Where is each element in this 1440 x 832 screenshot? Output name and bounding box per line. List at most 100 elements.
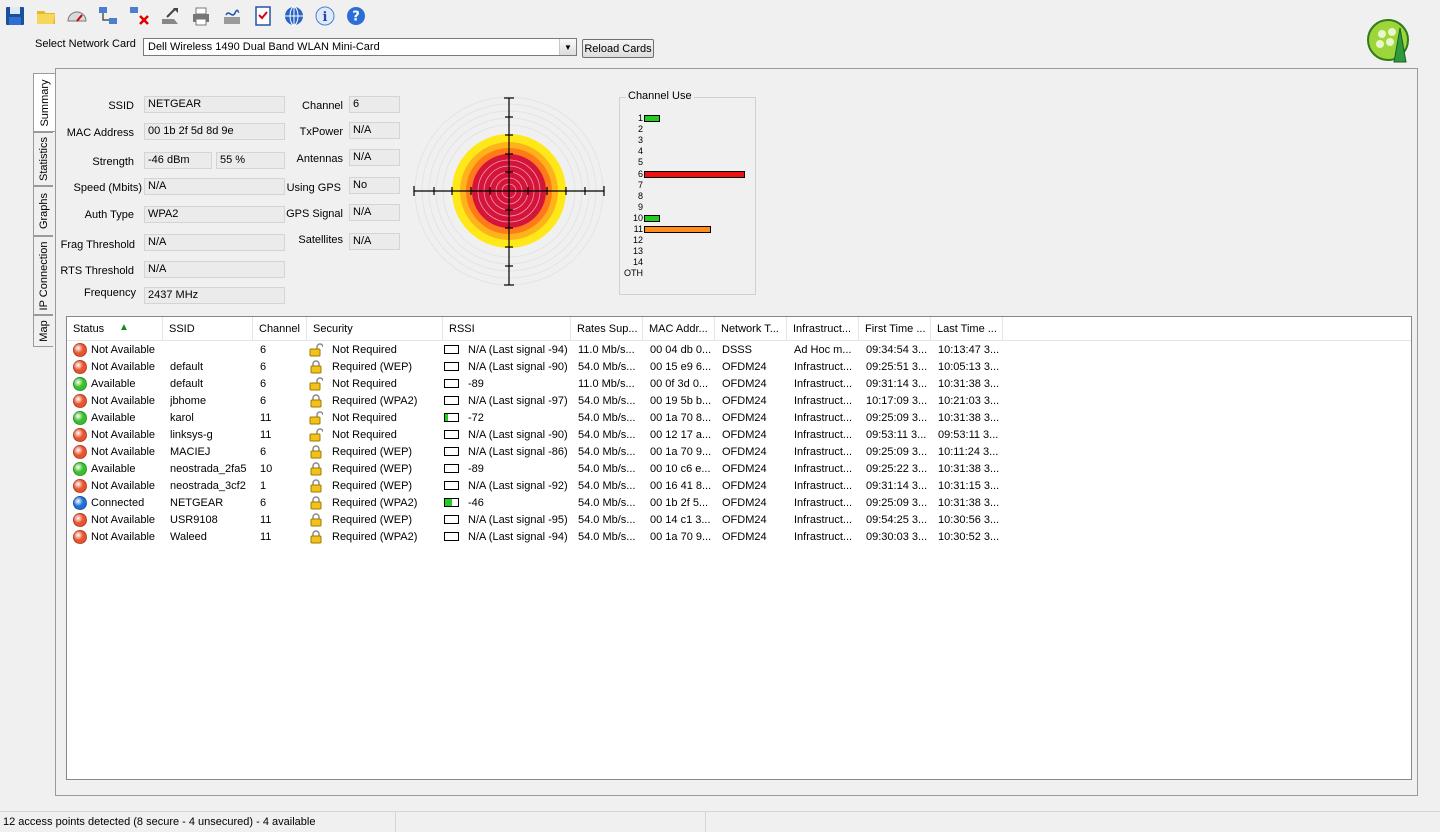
status-cell: Not Available (91, 514, 156, 526)
channel-use-title: Channel Use (626, 90, 694, 102)
network-type-cell: OFDM24 (722, 514, 767, 526)
ssid-cell: linksys-g (170, 429, 213, 441)
table-row[interactable]: Available neostrada_2fa5 10 Required (WEP) -… (67, 461, 1411, 478)
rssi-cell: N/A (Last signal -94) (468, 531, 568, 543)
column-network-type[interactable]: Network T... (715, 317, 787, 340)
mac-cell: 00 10 c6 e... (650, 463, 711, 475)
checklist-icon[interactable] (251, 4, 275, 28)
rssi-cell: N/A (Last signal -92) (468, 480, 568, 492)
rates-cell: 54.0 Mb/s... (578, 463, 636, 475)
tab-summary[interactable]: Summary (33, 73, 55, 132)
channel-tick-label: 7 (637, 179, 643, 190)
ssid-cell: neostrada_2fa5 (170, 463, 247, 475)
security-cell: Required (WEP) (332, 480, 413, 492)
security-cell: Required (WEP) (332, 446, 413, 458)
column-infrastructure[interactable]: Infrastruct... (787, 317, 859, 340)
mac-cell: 00 16 41 8... (650, 480, 712, 492)
table-row[interactable]: Available default 6 Not Required -89 11.0 Mb/… (67, 376, 1411, 393)
network-connect-icon[interactable] (96, 4, 120, 28)
lock-icon (309, 530, 323, 544)
rssi-cell: N/A (Last signal -86) (468, 446, 568, 458)
rates-cell: 54.0 Mb/s... (578, 446, 636, 458)
print-icon[interactable] (189, 4, 213, 28)
ssid-cell: neostrada_3cf2 (170, 480, 246, 492)
table-row[interactable]: Available karol 11 Not Required -72 54.0 Mb/s… (67, 410, 1411, 427)
table-row[interactable]: Not Available linksys-g 11 Not Required N/A … (67, 427, 1411, 444)
rates-cell: 54.0 Mb/s... (578, 361, 636, 373)
table-row[interactable]: Not Available jbhome 6 Required (WPA2) N/A (… (67, 393, 1411, 410)
tab-graphs[interactable]: Graphs (33, 186, 53, 236)
frag-threshold-label: Frag Threshold (60, 239, 135, 251)
infrastructure-cell: Infrastruct... (794, 446, 853, 458)
auth-type-field: WPA2 (144, 206, 285, 223)
status-text: 12 access points detected (8 secure - 4 … (3, 816, 316, 828)
first-time-cell: 09:25:09 3... (866, 412, 928, 424)
tab-ip-connection[interactable]: IP Connection (33, 236, 53, 315)
network-type-cell: OFDM24 (722, 395, 767, 407)
column-security[interactable]: Security (307, 317, 443, 340)
status-dot-icon (73, 479, 87, 493)
channel-tick-label: 14 (632, 257, 643, 268)
status-cell: Available (91, 412, 136, 424)
column-channel[interactable]: Channel (253, 317, 307, 340)
column-rates[interactable]: Rates Sup... (571, 317, 643, 340)
security-cell: Required (WPA2) (332, 531, 418, 543)
rssi-cell: N/A (Last signal -94) (468, 344, 568, 356)
table-row[interactable]: Not Available MACIEJ 6 Required (WEP) N/A (L… (67, 444, 1411, 461)
signal-bar (444, 362, 459, 371)
speedometer-icon[interactable] (65, 4, 89, 28)
signature-icon[interactable] (220, 4, 244, 28)
column-last-time[interactable]: Last Time ... (931, 317, 1003, 340)
unlocked-icon (309, 411, 324, 425)
save-icon[interactable] (3, 4, 27, 28)
tab-map[interactable]: Map (33, 315, 53, 347)
column-ssid[interactable]: SSID (163, 317, 253, 340)
export-icon[interactable] (158, 4, 182, 28)
rates-cell: 11.0 Mb/s... (578, 378, 635, 390)
reload-cards-button[interactable]: Reload Cards (582, 39, 654, 58)
status-dot-icon (73, 360, 87, 374)
network-card-select[interactable]: Dell Wireless 1490 Dual Band WLAN Mini-C… (143, 38, 577, 56)
channel-cell: 6 (260, 361, 267, 373)
column-first-time[interactable]: First Time ... (859, 317, 931, 340)
table-row[interactable]: Not Available Waleed 11 Required (WPA2) N/A … (67, 529, 1411, 546)
table-row[interactable]: Not Available neostrada_3cf2 1 Required (WE… (67, 478, 1411, 495)
rssi-cell: -89 (468, 463, 484, 475)
txpower-field: N/A (349, 122, 400, 139)
lock-icon (309, 462, 323, 476)
network-type-cell: OFDM24 (722, 429, 767, 441)
info-icon[interactable]: i (313, 4, 337, 28)
open-folder-icon[interactable] (34, 4, 58, 28)
ssid-label: SSID (108, 100, 134, 112)
first-time-cell: 10:17:09 3... (866, 395, 928, 407)
help-icon[interactable]: ? (344, 4, 368, 28)
signal-bar (444, 396, 459, 405)
first-time-cell: 09:34:54 3... (866, 344, 928, 356)
channel-usage-bar (644, 170, 745, 178)
mac-cell: 00 1a 70 8... (650, 412, 712, 424)
channel-field: 6 (349, 96, 400, 113)
rts-threshold-field: N/A (144, 261, 285, 278)
table-row[interactable]: Not Available default 6 Required (WEP) N/A (… (67, 359, 1411, 376)
last-time-cell: 10:11:24 3... (938, 446, 999, 458)
tab-statistics[interactable]: Statistics (33, 132, 53, 186)
column-mac[interactable]: MAC Addr... (643, 317, 715, 340)
column-rssi[interactable]: RSSI (443, 317, 571, 340)
signal-bar (444, 447, 459, 456)
column-status[interactable]: Status ▲ (67, 317, 163, 340)
status-dot-icon (73, 394, 87, 408)
access-point-list[interactable]: Status ▲ SSID Channel Security RSSI Rates… (66, 316, 1412, 780)
ssid-cell: MACIEJ (170, 446, 211, 458)
status-dot-icon (73, 496, 87, 510)
chevron-down-icon[interactable]: ▼ (559, 39, 576, 55)
table-row[interactable]: Connected NETGEAR 6 Required (WPA2) -46 54.0 … (67, 495, 1411, 512)
network-disconnect-icon[interactable] (127, 4, 151, 28)
rssi-cell: N/A (Last signal -90) (468, 429, 568, 441)
security-cell: Not Required (332, 429, 397, 441)
network-type-cell: OFDM24 (722, 531, 767, 543)
globe-icon[interactable] (282, 4, 306, 28)
table-row[interactable]: Not Available 6 Not Required N/A (Last sign… (67, 342, 1411, 359)
signal-bar (444, 515, 459, 524)
signal-bar (444, 481, 459, 490)
table-row[interactable]: Not Available USR9108 11 Required (WEP) N/A … (67, 512, 1411, 529)
